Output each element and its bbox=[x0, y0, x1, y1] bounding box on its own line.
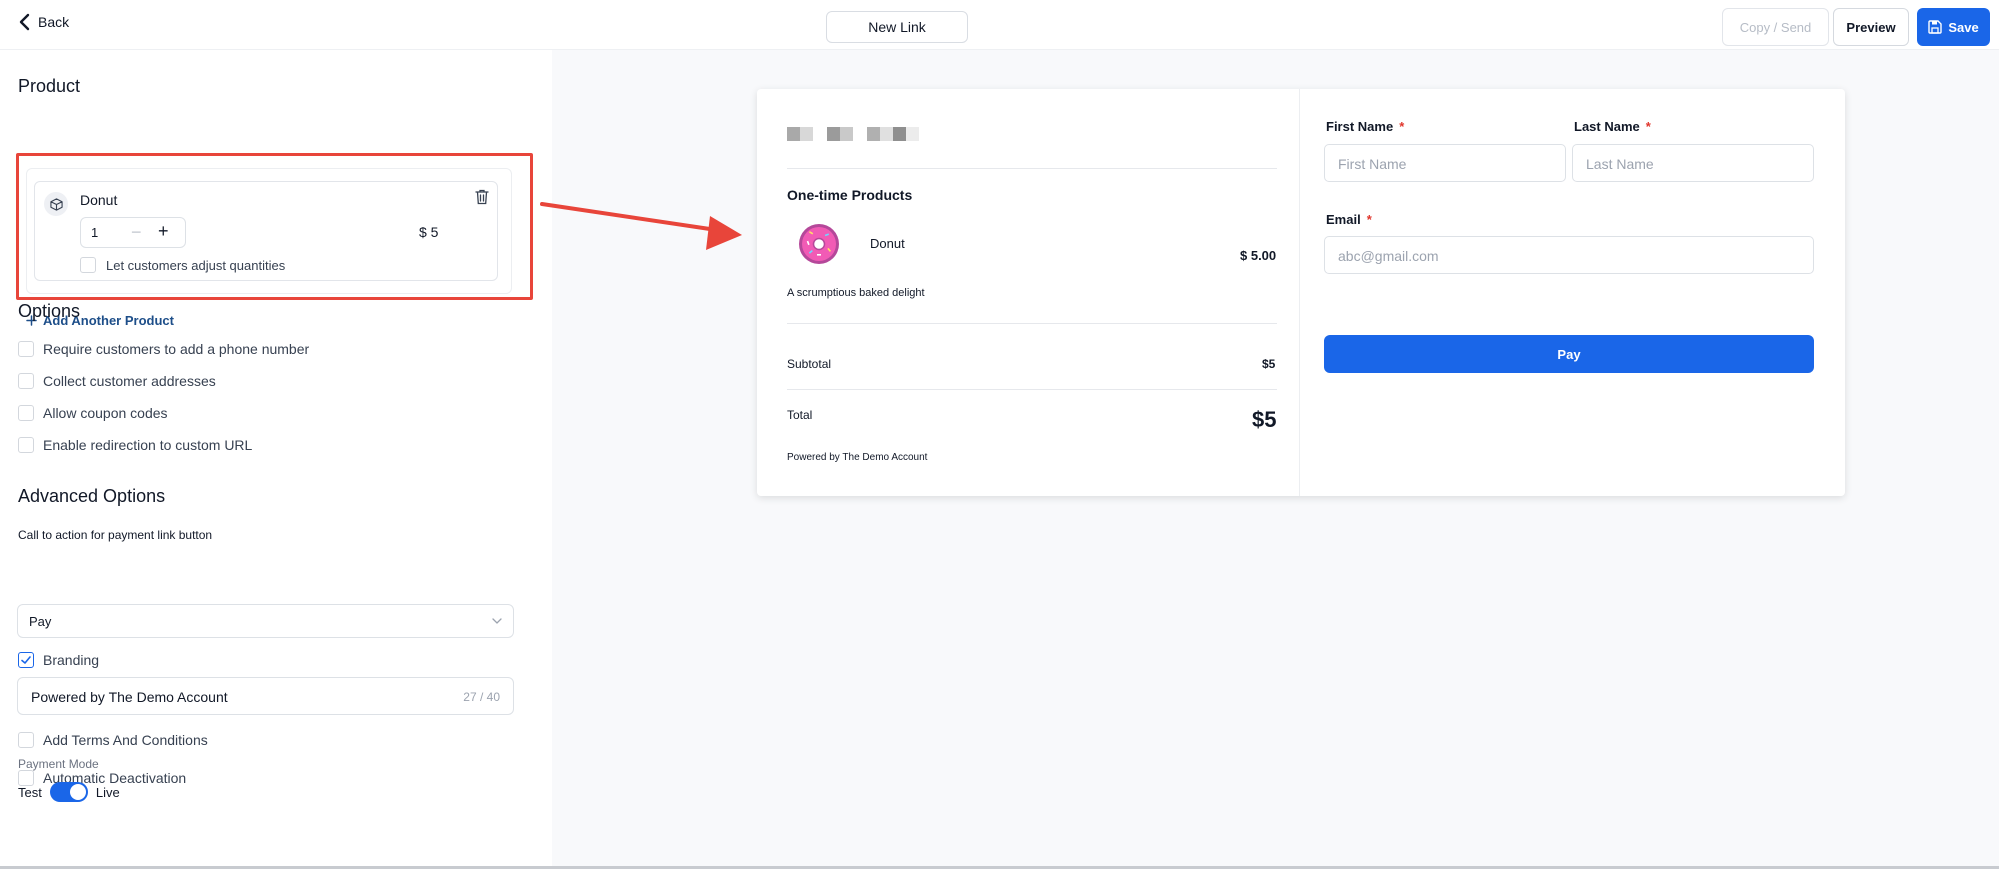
preview-product-price: $ 5.00 bbox=[1240, 248, 1277, 263]
cta-selected-value: Pay bbox=[29, 614, 52, 629]
divider bbox=[787, 323, 1277, 324]
copy-send-button[interactable]: Copy / Send bbox=[1722, 8, 1829, 46]
subtotal-value: $5 bbox=[1262, 357, 1276, 371]
branding-label: Branding bbox=[43, 652, 100, 668]
adjust-quantities-option[interactable]: Let customers adjust quantities bbox=[80, 257, 285, 273]
email-input[interactable]: abc@gmail.com bbox=[1324, 236, 1814, 274]
checkout-preview: One-time Products Donut $ 5.00 A scrumpt… bbox=[757, 89, 1845, 496]
branding-value: Powered by The Demo Account bbox=[31, 689, 228, 705]
subtotal-label: Subtotal bbox=[787, 357, 832, 371]
cta-label: Call to action for payment link button bbox=[18, 528, 213, 542]
total-label: Total bbox=[787, 408, 813, 422]
advanced-options-title: Advanced Options bbox=[18, 486, 166, 506]
option-label: Allow coupon codes bbox=[43, 405, 168, 421]
option-checkbox[interactable] bbox=[18, 405, 34, 421]
chevron-left-icon bbox=[19, 13, 30, 31]
branding-text-field[interactable]: Powered by The Demo Account 27 / 40 bbox=[17, 677, 514, 715]
option-custom-url-redirect[interactable]: Enable redirection to custom URL bbox=[18, 437, 252, 453]
product-item: Donut 1 − + $ 5 Let customers adjust qua… bbox=[34, 181, 498, 281]
required-mark: * bbox=[1366, 212, 1372, 227]
option-checkbox[interactable] bbox=[18, 373, 34, 389]
trash-icon[interactable] bbox=[475, 189, 489, 205]
donut-icon bbox=[799, 224, 839, 264]
first-name-label-text: First Name bbox=[1326, 119, 1394, 134]
powered-by-text: Powered by The Demo Account bbox=[787, 452, 928, 463]
top-bar: Back New Link Copy / Send Preview Save bbox=[0, 0, 1999, 50]
chevron-down-icon bbox=[492, 618, 502, 624]
last-name-input[interactable]: Last Name bbox=[1572, 144, 1814, 182]
branding-checkbox[interactable] bbox=[18, 652, 34, 668]
required-mark: * bbox=[1645, 119, 1651, 134]
mode-test-label: Test bbox=[18, 784, 42, 800]
pay-button[interactable]: Pay bbox=[1324, 335, 1814, 373]
terms-option[interactable]: Add Terms And Conditions bbox=[18, 732, 208, 748]
payment-mode-label: Payment Mode bbox=[18, 757, 99, 771]
branding-char-count: 27 / 40 bbox=[463, 690, 500, 704]
adjust-quantities-checkbox[interactable] bbox=[80, 257, 96, 273]
last-name-label-text: Last Name bbox=[1574, 119, 1640, 134]
option-collect-addresses[interactable]: Collect customer addresses bbox=[18, 373, 216, 389]
toggle-knob bbox=[69, 784, 86, 800]
products-heading: One-time Products bbox=[787, 187, 913, 203]
option-label: Require customers to add a phone number bbox=[43, 341, 310, 357]
terms-checkbox[interactable] bbox=[18, 732, 34, 748]
option-phone-number[interactable]: Require customers to add a phone number bbox=[18, 341, 309, 357]
quantity-increment-button[interactable]: + bbox=[158, 221, 169, 242]
option-checkbox[interactable] bbox=[18, 437, 34, 453]
quantity-stepper[interactable]: 1 − + bbox=[80, 217, 186, 248]
column-divider bbox=[1299, 89, 1300, 496]
product-price: $ 5 bbox=[419, 224, 439, 240]
divider bbox=[787, 168, 1277, 169]
email-label-text: Email bbox=[1326, 212, 1361, 227]
cube-icon bbox=[44, 192, 68, 216]
required-mark: * bbox=[1399, 119, 1405, 134]
adjust-quantities-label: Let customers adjust quantities bbox=[106, 257, 286, 273]
check-icon bbox=[21, 656, 31, 664]
email-label: Email * bbox=[1326, 212, 1372, 227]
option-checkbox[interactable] bbox=[18, 341, 34, 357]
branding-option[interactable]: Branding bbox=[18, 652, 99, 668]
save-label: Save bbox=[1948, 19, 1979, 35]
total-value: $5 bbox=[1252, 407, 1277, 432]
link-title-button[interactable]: New Link bbox=[826, 11, 968, 43]
option-coupon-codes[interactable]: Allow coupon codes bbox=[18, 405, 168, 421]
save-icon bbox=[1928, 20, 1943, 34]
preview-product-description: A scrumptious baked delight bbox=[787, 287, 925, 299]
back-button[interactable]: Back bbox=[18, 13, 69, 31]
merchant-logo bbox=[787, 127, 919, 141]
mode-live-label: Live bbox=[95, 784, 120, 800]
quantity-decrement-button[interactable]: − bbox=[131, 222, 142, 243]
cta-select[interactable]: Pay bbox=[17, 604, 514, 638]
divider bbox=[787, 389, 1277, 390]
product-name: Donut bbox=[80, 192, 118, 208]
option-label: Enable redirection to custom URL bbox=[43, 437, 253, 453]
settings-panel: Product Donut 1 − + $ 5 Let customers ad… bbox=[0, 50, 552, 869]
first-name-label: First Name * bbox=[1326, 119, 1404, 134]
first-name-input[interactable]: First Name bbox=[1324, 144, 1566, 182]
arrow-annotation bbox=[540, 202, 742, 250]
payment-mode-control: Test Live bbox=[18, 782, 120, 802]
preview-product-name: Donut bbox=[870, 236, 905, 251]
last-name-label: Last Name * bbox=[1574, 119, 1651, 134]
preview-button[interactable]: Preview bbox=[1833, 8, 1909, 46]
back-label: Back bbox=[38, 14, 70, 30]
quantity-value: 1 bbox=[91, 225, 99, 240]
payment-mode-toggle[interactable] bbox=[49, 782, 88, 802]
options-section-title: Options bbox=[18, 301, 81, 321]
product-section-title: Product bbox=[18, 76, 81, 96]
option-label: Collect customer addresses bbox=[43, 373, 216, 389]
save-button[interactable]: Save bbox=[1917, 8, 1990, 46]
terms-label: Add Terms And Conditions bbox=[43, 732, 208, 748]
